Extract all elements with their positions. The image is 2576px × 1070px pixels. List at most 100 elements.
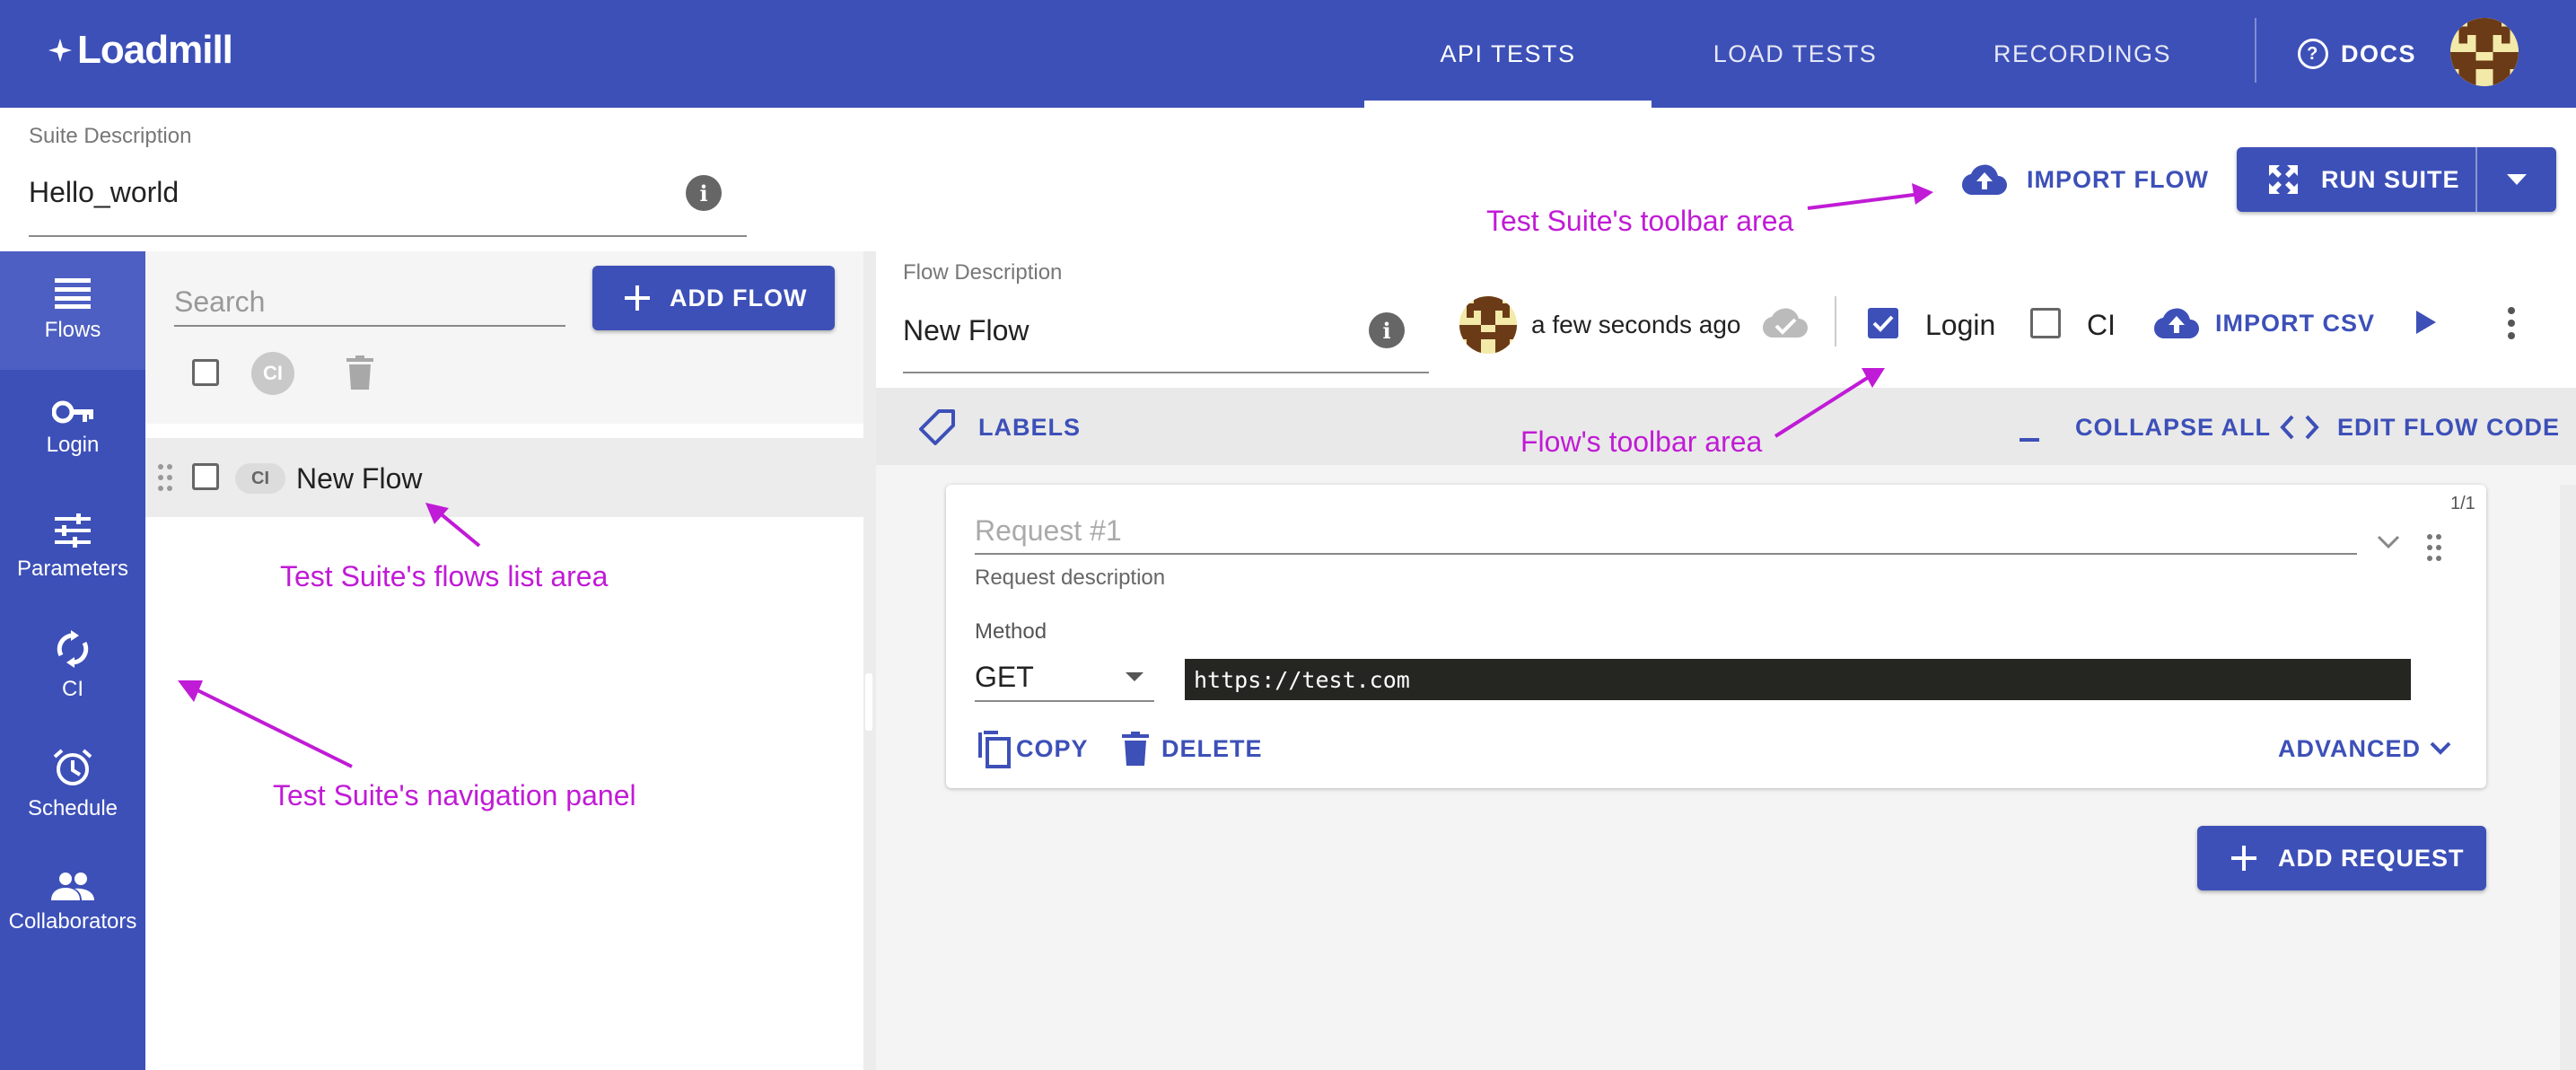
login-checkbox[interactable] [1868, 308, 1898, 338]
search-input[interactable] [174, 278, 565, 327]
select-all-checkbox[interactable] [192, 359, 219, 386]
info-icon[interactable]: i [1369, 312, 1405, 348]
sliders-icon [55, 513, 91, 548]
request-name-input[interactable] [975, 508, 2357, 555]
sidebar-item-label: Login [46, 433, 100, 457]
sidebar-item-label: Schedule [27, 796, 118, 820]
sidebar-item-label: Flows [44, 318, 101, 342]
copy-button[interactable]: COPY [977, 727, 1089, 770]
run-suite-button[interactable]: RUN SUITE [2237, 147, 2475, 212]
label-tag-icon [919, 409, 955, 445]
check-icon [1872, 315, 1894, 332]
import-flow-label: IMPORT FLOW [2027, 165, 2209, 193]
ci-filter-button[interactable]: CI [251, 352, 294, 395]
pixel-avatar-icon [2450, 18, 2519, 86]
sparkle-icon [48, 39, 72, 62]
advanced-label: ADVANCED [2278, 734, 2422, 762]
sidebar-item-login[interactable]: Login [0, 370, 145, 488]
collapse-all-button[interactable]: COLLAPSE ALL [2020, 406, 2271, 449]
logo-text: Loadmill [77, 28, 233, 72]
advanced-button[interactable]: ADVANCED [2278, 727, 2451, 770]
request-description-field[interactable]: Request description [975, 566, 1165, 591]
labels-label: LABELS [978, 413, 1081, 441]
edit-flow-code-label: EDIT FLOW CODE [2337, 413, 2560, 441]
last-saved-time: a few seconds ago [1531, 311, 1741, 338]
sidebar-item-flows[interactable]: Flows [0, 251, 145, 370]
drag-handle-icon[interactable] [156, 463, 174, 492]
suite-description-field[interactable]: Hello_world [29, 176, 179, 209]
import-csv-label: IMPORT CSV [2215, 309, 2376, 337]
user-avatar[interactable] [2450, 18, 2519, 86]
flow-name[interactable]: New Flow [296, 462, 422, 496]
sidebar-item-label: CI [62, 677, 83, 701]
chevron-down-icon [2430, 741, 2451, 755]
annotation-arrow [425, 503, 481, 548]
add-request-label: ADD REQUEST [2278, 844, 2465, 872]
run-suite-dropdown-button[interactable] [2477, 147, 2556, 212]
annotation-flow-toolbar: Flow's toolbar area [1520, 425, 1763, 458]
sidebar-item-label: Collaborators [8, 909, 137, 934]
caret-down-icon [2507, 174, 2527, 185]
sidebar-item-collaborators[interactable]: Collaborators [0, 844, 145, 962]
ci-checkbox-label: CI [2087, 309, 2116, 341]
labels-button[interactable]: LABELS [917, 406, 1081, 449]
key-icon [52, 400, 93, 424]
collapse-all-label: COLLAPSE ALL [2075, 413, 2271, 441]
login-checkbox-label: Login [1925, 309, 1996, 341]
chevron-down-icon[interactable] [2377, 535, 2400, 549]
method-value: GET [975, 660, 1034, 693]
url-input[interactable]: https://test.com [1185, 659, 2411, 700]
edit-flow-code-button[interactable]: EDIT FLOW CODE [2280, 406, 2560, 449]
tab-api-tests[interactable]: API TESTS [1364, 0, 1652, 108]
ci-checkbox[interactable] [2030, 308, 2061, 338]
tab-load-tests[interactable]: LOAD TESTS [1652, 0, 1939, 108]
sidebar-item-label: Parameters [16, 557, 129, 581]
add-request-button[interactable]: ADD REQUEST [2197, 826, 2486, 890]
flow-checkbox[interactable] [192, 463, 219, 490]
splitter-handle[interactable] [865, 673, 872, 731]
delete-button[interactable]: DELETE [1122, 727, 1263, 770]
import-flow-button[interactable]: IMPORT FLOW [1962, 158, 2209, 201]
plus-icon [625, 285, 650, 311]
nav-divider [2255, 18, 2256, 83]
navigation-panel: Flows Login Parameters CI Schedule Colla… [0, 251, 145, 1070]
annotation-flows-list: Test Suite's flows list area [280, 560, 609, 592]
flow-description-field[interactable]: New Flow [903, 314, 1029, 347]
trash-icon[interactable] [346, 355, 373, 390]
code-icon [2280, 415, 2319, 440]
copy-label: COPY [1016, 734, 1089, 762]
run-suite-split-button: RUN SUITE [2237, 147, 2556, 212]
suite-description-underline [29, 235, 747, 237]
annotation-arrow [1807, 183, 1933, 210]
annotation-suite-toolbar: Test Suite's toolbar area [1486, 205, 1794, 237]
request-counter: 1/1 [2450, 494, 2475, 513]
delete-label: DELETE [1161, 734, 1263, 762]
info-icon[interactable]: i [686, 175, 722, 211]
sidebar-item-ci[interactable]: CI [0, 607, 145, 725]
run-suite-label: RUN SUITE [2321, 165, 2460, 193]
flow-description-label: Flow Description [903, 260, 1063, 285]
tab-label: RECORDINGS [1993, 39, 2171, 67]
collapse-icon [2020, 438, 2039, 442]
loadmill-logo[interactable]: Loadmill [47, 23, 233, 77]
editor-avatar [1459, 296, 1517, 354]
tab-label: API TESTS [1440, 39, 1576, 67]
play-icon[interactable] [2414, 309, 2438, 336]
plus-icon [2231, 846, 2256, 871]
drag-handle-icon[interactable] [2425, 533, 2443, 562]
scrollbar[interactable] [2560, 485, 2576, 1070]
docs-link[interactable]: ? DOCS [2298, 0, 2416, 108]
help-icon: ? [2298, 39, 2328, 69]
suite-description-label: Suite Description [29, 124, 192, 148]
method-select[interactable]: GET [975, 653, 1154, 702]
import-csv-button[interactable]: IMPORT CSV [2154, 300, 2375, 346]
panel-splitter[interactable] [863, 251, 876, 1070]
sidebar-item-schedule[interactable]: Schedule [0, 725, 145, 844]
more-vert-icon[interactable] [2502, 305, 2520, 341]
alarm-icon [53, 749, 92, 785]
cloud-upload-icon [2154, 308, 2199, 338]
method-label: Method [975, 619, 1047, 644]
add-flow-button[interactable]: ADD FLOW [592, 266, 835, 330]
sidebar-item-parameters[interactable]: Parameters [0, 488, 145, 607]
tab-recordings[interactable]: RECORDINGS [1939, 0, 2226, 108]
